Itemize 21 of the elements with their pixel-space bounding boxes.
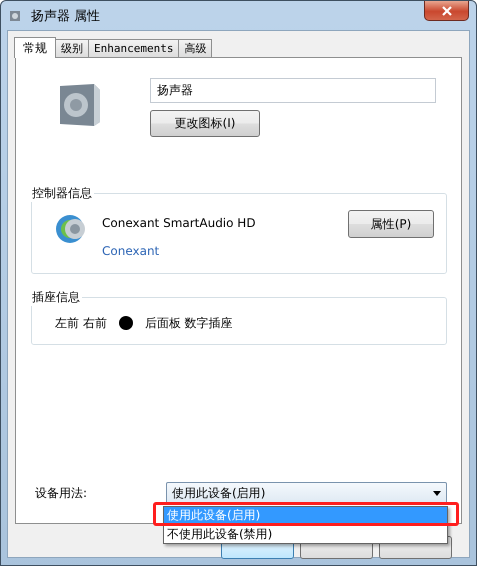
group-legend: 插座信息 (30, 289, 82, 306)
tab[interactable]: 高级 (178, 39, 212, 57)
speaker-icon (9, 10, 21, 22)
usage-label: 设备用法: (35, 484, 88, 502)
jack-location: 后面板 数字插座 (144, 314, 233, 332)
properties-button[interactable]: 属性(P) (348, 210, 434, 238)
close-icon (442, 6, 452, 16)
change-icon-button[interactable]: 更改图标(I) (150, 110, 260, 137)
dropdown-arrow-icon (433, 490, 441, 496)
group-legend: 控制器信息 (30, 185, 94, 202)
usage-dropdown[interactable]: 使用此设备(启用) (166, 482, 447, 504)
tab[interactable]: Enhancements (88, 39, 180, 57)
tab[interactable]: 级别 (55, 39, 89, 57)
vendor-link[interactable]: Conexant (102, 244, 348, 258)
tab[interactable]: 常规 (14, 37, 56, 58)
dropdown-option[interactable]: 不使用此设备(禁用) (164, 524, 447, 543)
name-field[interactable]: 扬声器 (150, 78, 436, 103)
window-title: 扬声器 属性 (31, 8, 100, 24)
jack-channels: 左前 右前 (55, 314, 107, 332)
controller-name: Conexant SmartAudio HD (102, 216, 257, 230)
close-button[interactable] (424, 1, 469, 21)
